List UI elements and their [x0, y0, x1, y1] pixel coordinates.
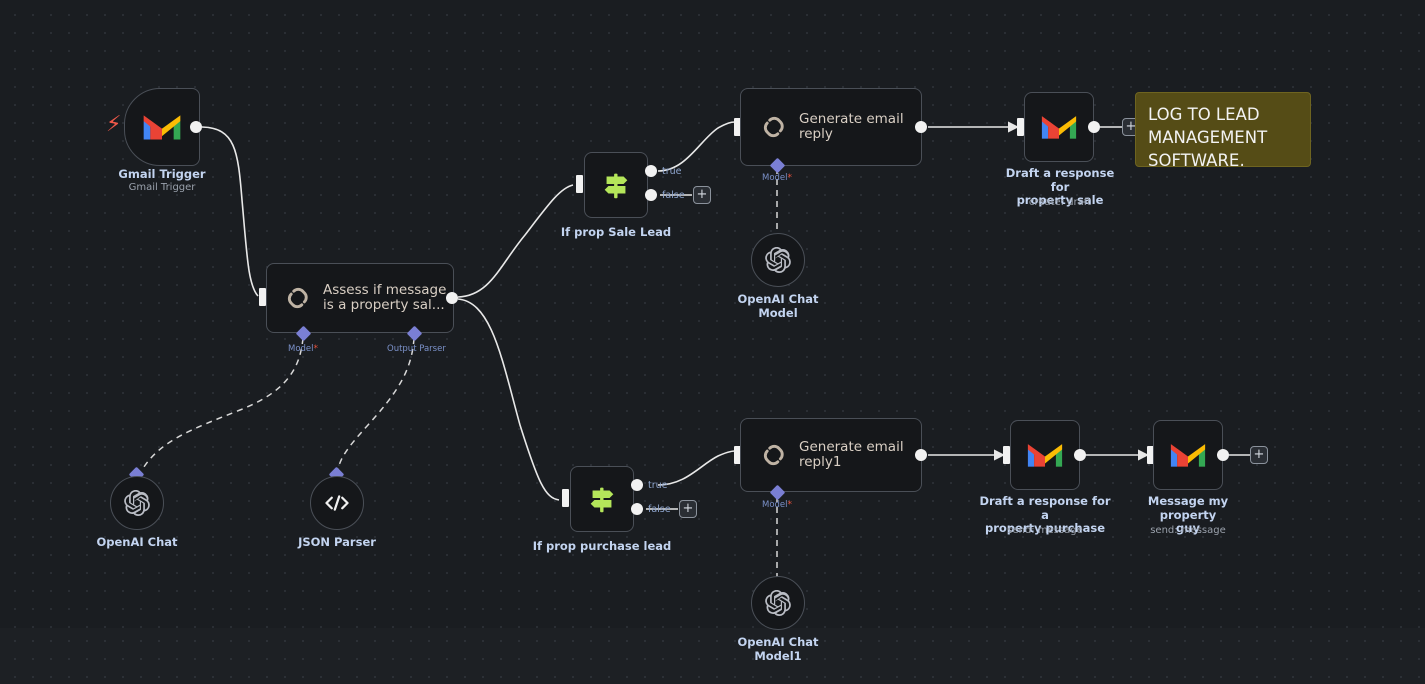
if-sale-true-label: true	[662, 166, 682, 177]
required-asterisk: *	[787, 173, 793, 183]
node-generate-email-reply[interactable]: Generate email reply	[740, 88, 922, 166]
openai-chat-model1-label: OpenAI Chat Model1	[737, 635, 819, 663]
if-prop-purchase-lead-label: If prop purchase lead	[532, 539, 672, 553]
gmail-trigger-label: Gmail Trigger	[118, 167, 206, 181]
assess-input-port[interactable]	[259, 288, 266, 306]
assess-node-text: Assess if message is a property sal...	[323, 282, 447, 313]
gmail-icon	[1040, 113, 1078, 141]
node-draft-response-property-purchase[interactable]	[1010, 420, 1080, 490]
node-gmail-trigger[interactable]	[124, 88, 200, 166]
draft-sale-output-port[interactable]	[1088, 121, 1100, 133]
gmail-icon	[1026, 441, 1064, 469]
gmail-icon	[142, 112, 182, 142]
gen-reply-model-connector-label: Model*	[762, 173, 792, 183]
draft-purchase-input-port[interactable]	[1003, 446, 1010, 464]
if-purchase-true-port[interactable]	[631, 479, 643, 491]
if-prop-sale-lead-label: If prop Sale Lead	[560, 225, 672, 239]
node-draft-response-property-sale[interactable]	[1024, 92, 1094, 162]
node-if-prop-purchase-lead[interactable]	[570, 466, 634, 532]
if-purchase-false-add-button[interactable]: +	[679, 500, 697, 518]
node-message-my-property-guy[interactable]	[1153, 420, 1223, 490]
if-purchase-false-label: false	[648, 504, 671, 515]
draft-purchase-output-port[interactable]	[1074, 449, 1086, 461]
if-sale-false-label: false	[662, 190, 685, 201]
message-my-property-guy-sublabel: send: message	[1150, 525, 1226, 536]
gen-reply1-node-text: Generate email reply1	[799, 439, 904, 470]
sticky-note-log-to-lead-management[interactable]: LOG TO LEAD MANAGEMENT SOFTWARE,	[1135, 92, 1311, 167]
chain-link-icon	[757, 110, 791, 144]
assess-output-parser-connector-label: Output Parser	[387, 344, 446, 354]
openai-icon	[124, 490, 150, 516]
node-assess-if-message[interactable]: Assess if message is a property sal...	[266, 263, 454, 333]
draft-response-property-sale-sublabel: create: draft	[1028, 197, 1092, 208]
gen-reply-node-text: Generate email reply	[799, 111, 904, 142]
openai-icon	[765, 247, 791, 273]
edge-if-purchase-true-to-gen-reply1	[657, 450, 736, 486]
node-openai-chat-model[interactable]	[751, 233, 805, 287]
gen-reply-model-label-text: Model	[762, 173, 788, 183]
node-if-prop-sale-lead[interactable]	[584, 152, 648, 218]
if-sale-true-port[interactable]	[645, 165, 657, 177]
edge-assess-parser-to-json-parser	[337, 337, 415, 471]
required-asterisk: *	[313, 344, 319, 354]
gmail-trigger-sublabel: Gmail Trigger	[128, 182, 196, 193]
node-json-parser[interactable]	[310, 476, 364, 530]
node-generate-email-reply1[interactable]: Generate email reply1	[740, 418, 922, 492]
openai-chat-label: OpenAI Chat	[96, 535, 178, 549]
gen-reply1-output-port[interactable]	[915, 449, 927, 461]
gen-reply-output-port[interactable]	[915, 121, 927, 133]
required-asterisk: *	[787, 500, 793, 510]
chain-link-icon	[757, 438, 791, 472]
if-purchase-false-port[interactable]	[631, 503, 643, 515]
node-openai-chat-model1[interactable]	[751, 576, 805, 630]
signpost-icon	[585, 482, 619, 516]
signpost-icon	[599, 168, 633, 202]
edge-assess-to-if-purchase	[457, 298, 560, 501]
assess-model-connector-label: Model*	[288, 344, 318, 354]
node-openai-chat[interactable]	[110, 476, 164, 530]
assess-model-label-text: Model	[288, 344, 314, 354]
edge-if-sale-true-to-gen-reply	[657, 121, 736, 172]
gmail-icon	[1169, 441, 1207, 469]
if-sale-false-port[interactable]	[645, 189, 657, 201]
code-brackets-icon	[323, 492, 351, 514]
assess-output-port[interactable]	[446, 292, 458, 304]
edge-trigger-to-assess	[201, 126, 259, 297]
if-sale-input-port[interactable]	[576, 175, 583, 193]
draft-sale-input-port[interactable]	[1017, 118, 1024, 136]
workflow-canvas[interactable]: ⚡ Gmail Trigger Gmail Trigger Assess if …	[0, 0, 1425, 684]
canvas-bottom-band	[0, 628, 1425, 684]
if-sale-false-add-button[interactable]: +	[693, 186, 711, 204]
gmail-trigger-output-port[interactable]	[190, 121, 202, 133]
json-parser-label: JSON Parser	[298, 535, 376, 549]
chain-link-icon	[281, 281, 315, 315]
edge-assess-to-if-sale	[457, 184, 574, 298]
gen-reply1-model-connector-label: Model*	[762, 500, 792, 510]
message-guy-output-port[interactable]	[1217, 449, 1229, 461]
openai-icon	[765, 590, 791, 616]
if-purchase-input-port[interactable]	[562, 489, 569, 507]
edge-assess-model-to-openai-chat	[141, 337, 304, 471]
message-guy-add-button[interactable]: +	[1250, 446, 1268, 464]
if-purchase-true-label: true	[648, 480, 668, 491]
openai-chat-model-label: OpenAI Chat Model	[737, 292, 819, 320]
gen-reply1-model-label-text: Model	[762, 500, 788, 510]
draft-response-property-purchase-sublabel: send: message	[1007, 525, 1083, 536]
trigger-bolt-icon: ⚡	[106, 112, 122, 137]
